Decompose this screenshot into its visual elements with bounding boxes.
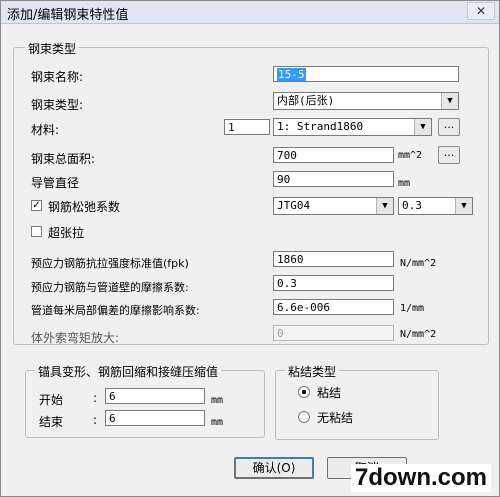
area-input[interactable]: 700 [273,147,394,163]
bond-option-bonded: 粘结 [317,386,342,400]
anchor-end-unit: mm [211,417,224,428]
area-label: 钢束总面积: [31,152,96,166]
material-value: 1: Strand1860 [277,120,364,133]
anchor-end-input[interactable]: 6 [105,410,205,426]
chevron-down-icon[interactable]: ▼ [441,93,458,109]
radio-dot-icon [302,390,306,394]
material-more-button[interactable]: ... [438,118,460,136]
ellipsis-icon: ... [443,118,455,131]
area-value: 700 [277,149,297,162]
anchor-end-colon: : [93,413,98,427]
overtension-checkbox[interactable] [31,226,42,237]
wobble-label: 管道每米局部偏差的摩擦影响系数: [31,304,200,317]
tendon-type-label: 钢束类型: [31,98,84,112]
friction-input[interactable]: 0.3 [273,275,394,291]
bond-type-group [275,370,439,440]
ok-button-label: 确认(O) [252,461,296,475]
anchor-start-label: 开始 [39,393,64,407]
anchor-group-legend: 锚具变形、钢筋回缩和接缝压缩值 [35,363,222,380]
chevron-down-icon[interactable]: ▼ [376,198,393,214]
external-moment-label: 体外索弯矩放大: [31,331,120,345]
relaxation-coef-value: 0.3 [402,199,422,212]
chevron-down-icon[interactable]: ▼ [455,198,472,214]
bond-option-unbonded: 无粘结 [317,411,354,425]
watermark-logo: 7down.com [351,464,492,492]
anchor-start-input[interactable]: 6 [105,388,205,404]
tendon-type-value: 内部(后张) [277,94,335,107]
dialog-window: 添加/编辑钢束特性值 ✕ 钢束类型 钢束名称: 15-5 钢束类型: 内部(后张… [0,0,500,497]
tendon-name-input[interactable]: 15-5 [273,66,459,82]
external-moment-unit: N/mm^2 [400,329,437,340]
title-bar[interactable]: 添加/编辑钢束特性值 ✕ [1,1,499,24]
duct-diameter-unit: mm [398,178,411,189]
bond-radio-bonded[interactable] [298,386,310,398]
check-icon: ✓ [32,200,41,211]
window-title: 添加/编辑钢束特性值 [7,8,129,23]
ok-button[interactable]: 确认(O) [234,457,314,479]
material-label: 材料: [31,123,60,137]
bond-radio-unbonded[interactable] [298,411,310,423]
duct-diameter-label: 导管直径 [31,176,80,190]
material-number-value: 1 [228,121,235,134]
fpk-value: 1860 [277,253,304,266]
external-moment-input: 0 [273,325,394,341]
anchor-end-value: 6 [109,412,116,425]
tendon-type-group-legend: 钢束类型 [25,40,80,57]
wobble-value: 6.6e-006 [277,301,330,314]
material-number-input[interactable]: 1 [224,119,270,135]
area-unit: mm^2 [398,150,423,161]
chevron-down-icon[interactable]: ▼ [414,119,431,135]
close-button[interactable]: ✕ [467,2,495,20]
relaxation-checkbox[interactable]: ✓ [31,200,42,211]
external-moment-value: 0 [277,327,284,340]
tendon-name-value: 15-5 [277,68,306,81]
wobble-input[interactable]: 6.6e-006 [273,299,394,315]
friction-label: 预应力钢筋与管道壁的摩擦系数: [31,281,189,294]
area-more-button[interactable]: ... [438,146,460,164]
fpk-unit: N/mm^2 [400,258,437,269]
tendon-type-select[interactable]: 内部(后张) ▼ [273,92,459,110]
duct-diameter-input[interactable]: 90 [273,171,394,187]
fpk-label: 预应力钢筋抗拉强度标准值(fpk) [31,257,189,270]
ellipsis-icon: ... [443,146,455,159]
relaxation-code-value: JTG04 [277,199,311,212]
tendon-name-label: 钢束名称: [31,70,84,84]
anchor-start-colon: : [93,391,98,405]
close-icon: ✕ [475,4,487,18]
wobble-unit: 1/mm [400,303,425,314]
anchor-start-unit: mm [211,395,224,406]
duct-diameter-value: 90 [277,173,291,186]
material-select[interactable]: 1: Strand1860 ▼ [273,118,432,136]
friction-value: 0.3 [277,277,297,290]
relaxation-label: 钢筋松弛系数 [48,200,121,214]
anchor-end-label: 结束 [39,415,64,429]
fpk-input[interactable]: 1860 [273,251,394,267]
bond-type-group-legend: 粘结类型 [285,363,340,380]
overtension-label: 超张拉 [48,226,85,240]
anchor-start-value: 6 [109,390,116,403]
relaxation-coef-select[interactable]: 0.3 ▼ [398,197,473,215]
relaxation-code-select[interactable]: JTG04 ▼ [273,197,394,215]
